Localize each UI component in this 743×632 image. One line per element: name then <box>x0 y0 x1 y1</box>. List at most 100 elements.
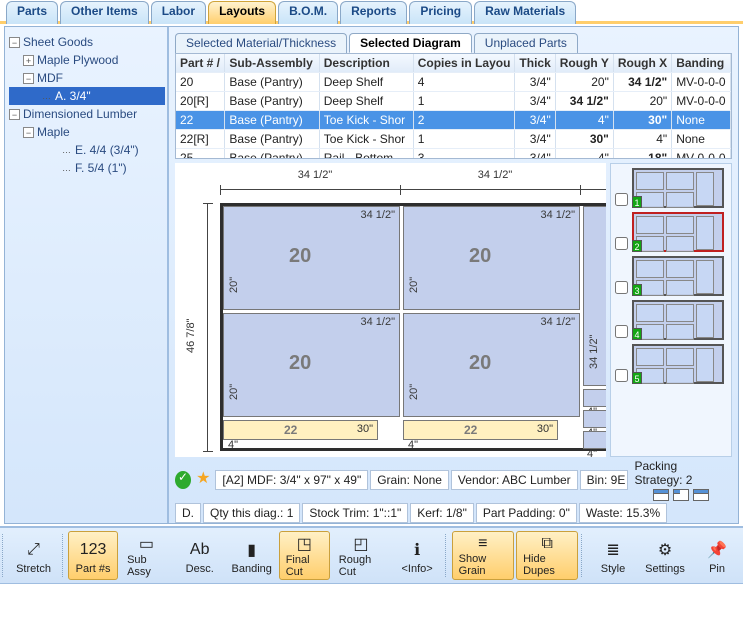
rough-cut-icon: ◰ <box>348 534 374 554</box>
thumb-row[interactable]: 1 <box>615 168 727 208</box>
tree-leaf-maple-f54[interactable]: …F. 5/4 (1") <box>9 159 165 177</box>
thumb-row[interactable]: 5 <box>615 344 727 384</box>
tree-node-maple[interactable]: −Maple <box>9 123 165 141</box>
desc-button[interactable]: AbDesc. <box>175 531 225 580</box>
thumb-number: 5 <box>632 372 642 384</box>
col-description[interactable]: Description <box>319 54 413 73</box>
packing-strategy-label: Packing Strategy: 2 <box>634 459 728 487</box>
rough-cut-label: Rough Cut <box>339 554 383 578</box>
part-nums-button[interactable]: 123Part #s <box>68 531 118 580</box>
col-copies-in-layou[interactable]: Copies in Layou <box>413 54 515 73</box>
main-tab-reports[interactable]: Reports <box>340 1 407 24</box>
thumb-checkbox[interactable] <box>615 281 628 294</box>
parts-table[interactable]: Part # /Sub-AssemblyDescriptionCopies in… <box>175 53 732 159</box>
thumb-row[interactable]: 3 <box>615 256 727 296</box>
strategy-icons[interactable] <box>653 489 709 501</box>
stretch-button[interactable]: ⤢Stretch <box>9 531 59 580</box>
thumb-2[interactable]: 2 <box>632 212 724 252</box>
thumb-number: 2 <box>632 240 642 252</box>
thumb-3[interactable]: 3 <box>632 256 724 296</box>
info-button[interactable]: ℹ<Info> <box>392 531 442 580</box>
thumb-checkbox[interactable] <box>615 193 628 206</box>
settings-button[interactable]: ⚙Settings <box>640 531 690 580</box>
main-tab-layouts[interactable]: Layouts <box>208 1 276 24</box>
final-cut-button[interactable]: ◳Final Cut <box>279 531 330 580</box>
bin-info: Bin: 9E <box>580 470 629 490</box>
col-banding[interactable]: Banding <box>672 54 731 73</box>
part-25[interactable]: 4" 25 18" <box>583 389 606 407</box>
main-tab-parts[interactable]: Parts <box>6 1 58 24</box>
thumb-4[interactable]: 4 <box>632 300 724 340</box>
d-label: D. <box>175 503 201 523</box>
stocktrim-info: Stock Trim: 1"::1" <box>302 503 408 523</box>
table-row[interactable]: 20[R]Base (Pantry)Deep Shelf13/4"34 1/2"… <box>176 92 731 111</box>
final-cut-icon: ◳ <box>291 534 317 554</box>
table-row[interactable]: 25Base (Pantry)Rail - Bottom33/4"4"18"MV… <box>176 149 731 160</box>
material-tree: −Sheet Goods +Maple Plywood −MDF …A. 3/4… <box>5 31 167 179</box>
pin-icon: 📌 <box>704 537 730 563</box>
favorite-icon[interactable]: ★ <box>195 471 211 489</box>
vendor-info: Vendor: ABC Lumber <box>451 470 578 490</box>
hide-dupes-label: Hide Dupes <box>523 553 571 577</box>
col-part-[interactable]: Part # / <box>176 54 225 73</box>
part-20[interactable]: 20 34 1/2" 20" <box>223 313 400 417</box>
part-22[interactable]: 4" 22 30" <box>223 420 378 440</box>
bottom-toolbar: ⤢Stretch123Part #s▭Sub AssyAbDesc.▮Bandi… <box>0 526 743 584</box>
main-tab-b-o-m-[interactable]: B.O.M. <box>278 1 338 24</box>
col-thick[interactable]: Thick <box>515 54 555 73</box>
tree-leaf-maple-e44[interactable]: …E. 4/4 (3/4") <box>9 141 165 159</box>
table-row[interactable]: 20Base (Pantry)Deep Shelf43/4"20"34 1/2"… <box>176 73 731 92</box>
part-20-rotated[interactable]: 20 20" 34 1/2" <box>583 206 606 386</box>
thumb-checkbox[interactable] <box>615 369 628 382</box>
main-tab-pricing[interactable]: Pricing <box>409 1 472 24</box>
part-22[interactable]: 4" 22 30" <box>403 420 558 440</box>
style-label: Style <box>601 563 625 575</box>
thumb-checkbox[interactable] <box>615 237 628 250</box>
thumb-row[interactable]: 2 <box>615 212 727 252</box>
pin-button[interactable]: 📌Pin <box>692 531 742 580</box>
info-label: <Info> <box>402 563 433 575</box>
sub-tab-selected-diagram[interactable]: Selected Diagram <box>349 33 472 53</box>
settings-label: Settings <box>645 563 685 575</box>
hide-dupes-button[interactable]: ⧉Hide Dupes <box>516 531 578 580</box>
thumb-checkbox[interactable] <box>615 325 628 338</box>
sub-assy-label: Sub Assy <box>127 554 166 578</box>
col-sub-assembly[interactable]: Sub-Assembly <box>225 54 319 73</box>
main-tab-labor[interactable]: Labor <box>151 1 206 24</box>
col-rough-y[interactable]: Rough Y <box>555 54 613 73</box>
tree-leaf-mdf-a34[interactable]: …A. 3/4" <box>9 87 165 105</box>
part-20[interactable]: 20 34 1/2" 20" <box>403 206 580 310</box>
main-tab-other-items[interactable]: Other Items <box>60 1 149 24</box>
style-button[interactable]: ≣Style <box>588 531 638 580</box>
sub-tab-unplaced-parts[interactable]: Unplaced Parts <box>474 33 578 53</box>
tree-node-sheet-goods[interactable]: −Sheet Goods <box>9 33 165 51</box>
table-row[interactable]: 22Base (Pantry)Toe Kick - Shor23/4"4"30"… <box>176 111 731 130</box>
style-icon: ≣ <box>600 537 626 563</box>
sub-assy-button[interactable]: ▭Sub Assy <box>120 531 173 580</box>
packing-strategy[interactable]: Packing Strategy: 2 <box>630 459 732 501</box>
part-25[interactable]: 4" 25 18" <box>583 410 606 428</box>
part-20[interactable]: 20 34 1/2" 20" <box>223 206 400 310</box>
layout-diagram[interactable]: 34 1/2" 34 1/2" 20" 4" 46 7/8" <box>175 163 606 457</box>
thumb-1[interactable]: 1 <box>632 168 724 208</box>
sheet-info: [A2] MDF: 3/4" x 97" x 49" <box>215 470 368 490</box>
main-tab-raw-materials[interactable]: Raw Materials <box>474 1 576 24</box>
col-rough-x[interactable]: Rough X <box>613 54 671 73</box>
thumb-5[interactable]: 5 <box>632 344 724 384</box>
sub-tab-selected-material-thickness[interactable]: Selected Material/Thickness <box>175 33 347 53</box>
part-20[interactable]: 20 34 1/2" 20" <box>403 313 580 417</box>
thumb-row[interactable]: 4 <box>615 300 727 340</box>
main-tabs: PartsOther ItemsLaborLayoutsB.O.M.Report… <box>0 0 743 24</box>
material-tree-pane: −Sheet Goods +Maple Plywood −MDF …A. 3/4… <box>5 27 169 523</box>
thumbnail-list[interactable]: 1 2 34 5 <box>610 163 732 457</box>
ruler-top-1: 34 1/2" <box>275 169 355 181</box>
table-row[interactable]: 22[R]Base (Pantry)Toe Kick - Shor13/4"30… <box>176 130 731 149</box>
tree-node-maple-plywood[interactable]: +Maple Plywood <box>9 51 165 69</box>
banding-button[interactable]: ▮Banding <box>227 531 277 580</box>
rough-cut-button[interactable]: ◰Rough Cut <box>332 531 390 580</box>
show-grain-button[interactable]: ≡Show Grain <box>452 531 514 580</box>
tree-node-dim-lumber[interactable]: −Dimensioned Lumber <box>9 105 165 123</box>
part-25[interactable]: 4" 25 18" <box>583 431 606 449</box>
tree-node-mdf[interactable]: −MDF <box>9 69 165 87</box>
part-nums-label: Part #s <box>76 563 111 575</box>
